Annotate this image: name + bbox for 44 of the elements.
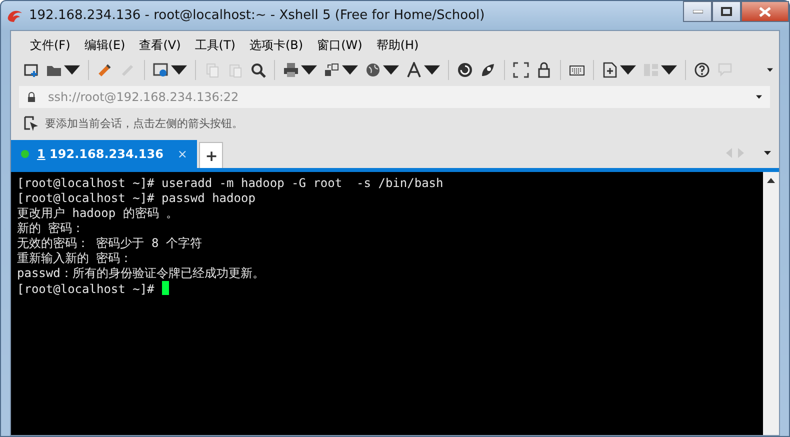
terminal-line: 更改用户 hadoop 的密码 。: [17, 206, 178, 220]
font-icon[interactable]: [406, 62, 422, 78]
lock-icon[interactable]: [536, 62, 552, 78]
connect-icon[interactable]: [97, 62, 113, 78]
maximize-button[interactable]: [712, 1, 741, 22]
terminal-line: [root@localhost ~]# useradd -m hadoop -G root -s /bin/bash: [17, 176, 444, 190]
menu-item[interactable]: 编辑(E): [77, 34, 132, 56]
hint-text: 要添加当前会话，点击左侧的箭头按钮。: [45, 116, 243, 130]
terminal-line: 重新输入新的 密码：: [17, 251, 132, 265]
caret-icon[interactable]: [764, 151, 771, 155]
swirl-icon[interactable]: [457, 62, 473, 78]
fullscreen-icon[interactable]: [513, 62, 529, 78]
settings-icon[interactable]: [153, 62, 169, 78]
maximize-icon: [721, 7, 732, 16]
menu-item[interactable]: 选项卡(B): [242, 34, 310, 56]
terminal-line: [root@localhost ~]#: [17, 282, 156, 296]
lock-icon: [27, 92, 36, 102]
terminal-line: 无效的密码： 密码少于 8 个字符: [17, 236, 202, 250]
session-tab[interactable]: 1 192.168.234.136 ×: [11, 140, 198, 168]
terminal-line: 新的 密码：: [17, 221, 84, 235]
new-tab-button[interactable]: +: [199, 142, 224, 168]
search-icon[interactable]: [250, 62, 266, 78]
app-logo-icon: [7, 8, 23, 22]
menu-item[interactable]: 帮助(H): [369, 34, 426, 56]
caret-icon[interactable]: [767, 68, 773, 72]
window-title: 192.168.234.136 - root@localhost:~ - Xshell 5 (Free for Home/School): [29, 8, 486, 23]
arrow-icon[interactable]: [23, 115, 39, 131]
caret-icon[interactable]: [756, 95, 762, 99]
new-window-icon[interactable]: [23, 62, 39, 78]
menu-item[interactable]: 文件(F): [23, 34, 78, 56]
scroll-up-icon[interactable]: [767, 178, 775, 183]
minimize-button[interactable]: [683, 1, 712, 22]
minimize-icon: [692, 10, 702, 14]
terminal-line: [root@localhost ~]# passwd hadoop: [17, 191, 256, 205]
help-icon[interactable]: [694, 62, 710, 78]
transfer-icon[interactable]: [324, 62, 340, 78]
menu-item[interactable]: 窗口(W): [310, 34, 370, 56]
close-button[interactable]: [741, 1, 789, 22]
terminal-line: passwd：所有的身份验证令牌已经成功更新。: [17, 266, 264, 280]
printer-icon[interactable]: [283, 62, 299, 78]
close-icon: [759, 6, 771, 16]
add-tab-icon[interactable]: [602, 62, 618, 78]
menu-item[interactable]: 工具(T): [188, 34, 242, 56]
menu-item[interactable]: 查看(V): [132, 34, 188, 56]
